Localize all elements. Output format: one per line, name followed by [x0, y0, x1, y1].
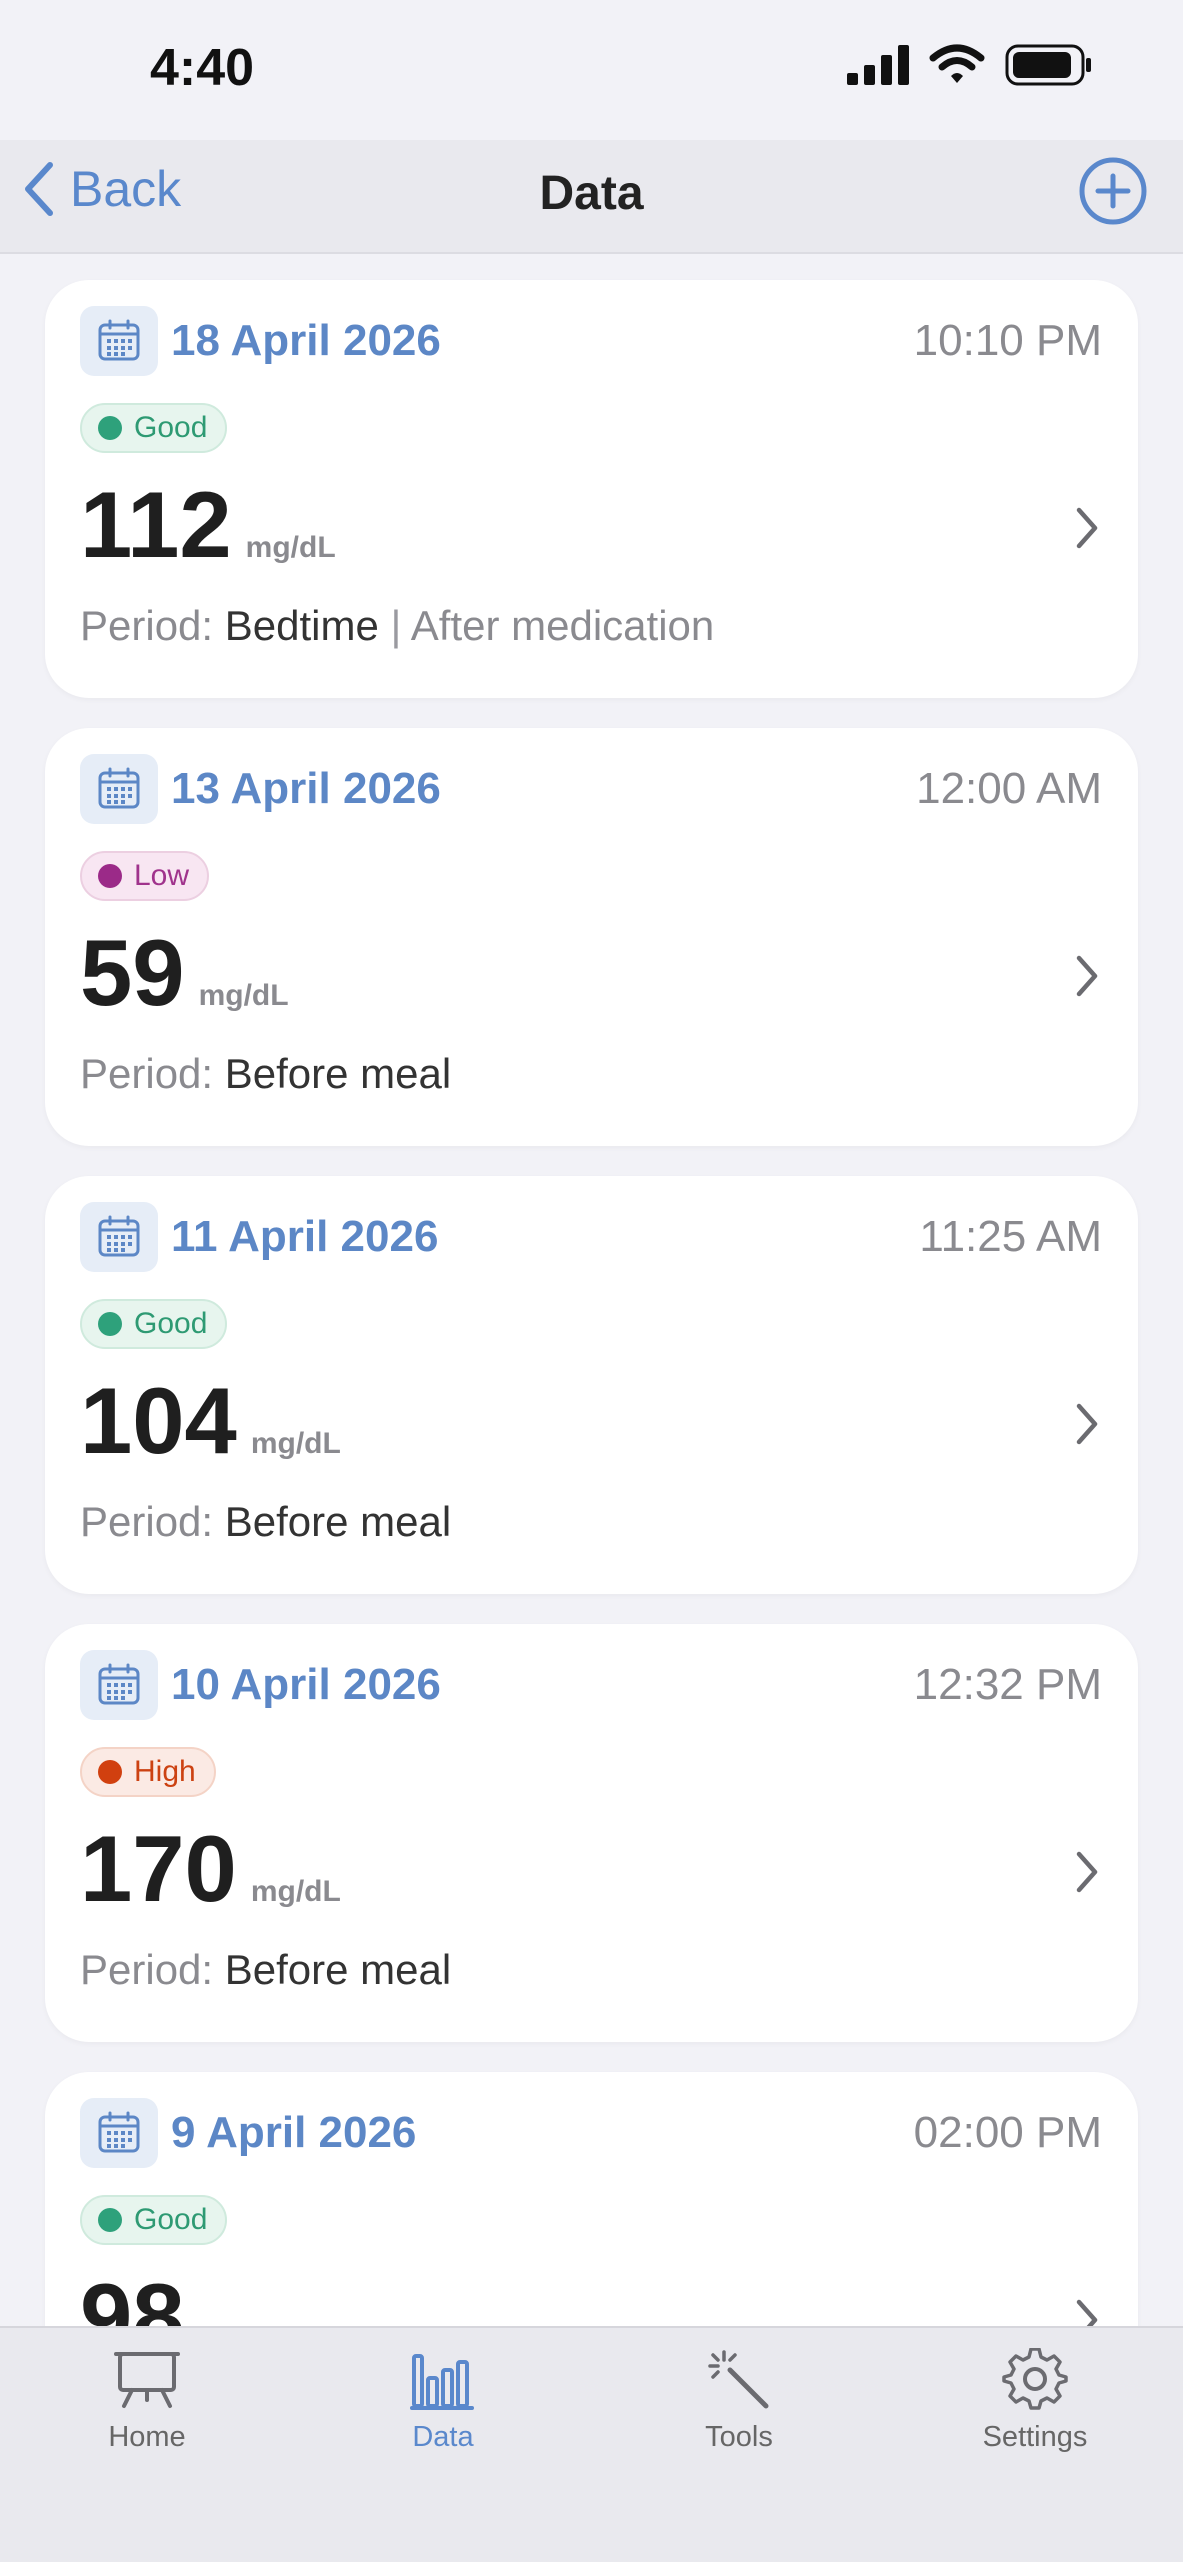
tab-tools[interactable]: Tools	[639, 2348, 839, 2454]
reading-row: 170 mg/dL	[80, 1822, 341, 1916]
entry-time: 12:00 AM	[916, 764, 1102, 813]
chevron-right-icon	[1076, 507, 1098, 549]
entry-date: 18 April 2026	[171, 316, 441, 365]
status-dot	[98, 1760, 122, 1784]
reading-unit: mg/dL	[250, 1427, 341, 1460]
bar-chart-icon	[410, 2354, 474, 2410]
reading-value: 170	[80, 1816, 237, 1921]
calendar-icon	[80, 1650, 158, 1720]
reading-row: 104 mg/dL	[80, 1374, 341, 1468]
status-label: Good	[134, 1307, 208, 1340]
status-label: High	[134, 1755, 196, 1788]
calendar-icon	[80, 1202, 158, 1272]
entry-date: 9 April 2026	[171, 2108, 417, 2157]
entry-date: 11 April 2026	[171, 1212, 439, 1261]
tab-bar: Home Data Tools Settings	[0, 2326, 1183, 2562]
entry-period: Period: Before meal	[80, 1498, 451, 1546]
tab-tools-label: Tools	[705, 2421, 773, 2453]
period-separator: |	[390, 602, 402, 649]
period-extra: After medication	[410, 602, 715, 649]
calendar-icon	[80, 306, 158, 376]
status-bar: 4:40	[0, 0, 1183, 140]
period-value: Before meal	[224, 1498, 452, 1545]
plus-circle-icon	[1079, 157, 1147, 225]
entry-time: 10:10 PM	[913, 316, 1102, 365]
tab-home[interactable]: Home	[47, 2348, 247, 2454]
status-label: Low	[134, 859, 190, 892]
entry-time: 11:25 AM	[919, 1212, 1102, 1261]
reading-row: 59 mg/dL	[80, 926, 289, 1020]
cellular-signal-icon	[847, 45, 909, 85]
tab-data-label: Data	[412, 2421, 474, 2453]
magic-wand-icon	[708, 2350, 769, 2409]
reading-unit: mg/dL	[245, 531, 336, 564]
status-badge: High	[80, 1747, 216, 1797]
status-badge: Good	[80, 1299, 228, 1349]
presentation-board-icon	[114, 2352, 180, 2408]
add-entry-button[interactable]	[1078, 156, 1148, 231]
entry-card[interactable]: 18 April 2026 10:10 PM Good 112 mg/dL Pe…	[45, 280, 1138, 698]
battery-icon	[1005, 44, 1091, 86]
chevron-right-icon	[1076, 1851, 1098, 1893]
status-time: 4:40	[150, 39, 255, 97]
entry-time: 12:32 PM	[913, 1660, 1102, 1709]
status-label: Good	[134, 411, 208, 444]
status-dot	[98, 864, 122, 888]
period-value: Before meal	[224, 1050, 452, 1097]
gear-icon	[1002, 2347, 1068, 2410]
entry-card[interactable]: 13 April 2026 12:00 AM Low 59 mg/dL Peri…	[45, 728, 1138, 1146]
status-badge: Low	[80, 851, 210, 901]
status-dot	[98, 1312, 122, 1336]
status-label: Good	[134, 2203, 208, 2236]
reading-row: 112 mg/dL	[80, 478, 336, 572]
period-value: Before meal	[224, 1946, 452, 1993]
calendar-icon	[80, 754, 158, 824]
chevron-right-icon	[1076, 1403, 1098, 1445]
wifi-icon	[929, 44, 985, 83]
reading-value: 112	[80, 472, 232, 577]
status-dot	[98, 416, 122, 440]
status-dot	[98, 2208, 122, 2232]
reading-unit: mg/dL	[198, 979, 289, 1012]
period-value: Bedtime	[224, 602, 379, 649]
entry-card[interactable]: 10 April 2026 12:32 PM High 170 mg/dL Pe…	[45, 1624, 1138, 2042]
reading-value: 59	[80, 920, 185, 1025]
period-label: Period:	[80, 1498, 214, 1545]
entry-card[interactable]: 11 April 2026 11:25 AM Good 104 mg/dL Pe…	[45, 1176, 1138, 1594]
entry-date: 10 April 2026	[171, 1660, 441, 1709]
page-title: Data	[539, 167, 644, 220]
status-badge: Good	[80, 403, 228, 453]
tab-data[interactable]: Data	[343, 2348, 543, 2454]
entry-date: 13 April 2026	[171, 764, 441, 813]
entry-time: 02:00 PM	[913, 2108, 1102, 2157]
calendar-icon	[80, 2098, 158, 2168]
period-label: Period:	[80, 1050, 214, 1097]
status-badge: Good	[80, 2195, 228, 2245]
status-icons	[847, 44, 1093, 86]
reading-unit: mg/dL	[250, 1875, 341, 1908]
nav-divider	[0, 252, 1183, 254]
entry-period: Period: Before meal	[80, 1946, 451, 1994]
entry-period: Period: Before meal	[80, 1050, 451, 1098]
reading-value: 104	[80, 1368, 237, 1473]
period-label: Period:	[80, 602, 214, 649]
tab-home-label: Home	[108, 2421, 186, 2453]
tab-settings-label: Settings	[982, 2421, 1088, 2453]
navigation-bar: Back Data	[0, 140, 1183, 252]
period-label: Period:	[80, 1946, 214, 1993]
entry-period: Period: Bedtime | After medication	[80, 602, 714, 650]
tab-settings[interactable]: Settings	[935, 2347, 1135, 2454]
chevron-right-icon	[1076, 955, 1098, 997]
